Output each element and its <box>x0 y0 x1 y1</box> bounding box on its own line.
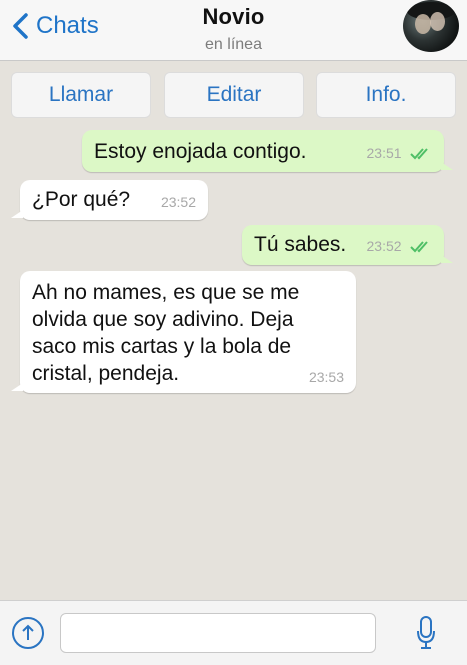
avatar[interactable] <box>403 0 459 52</box>
action-bar: Llamar Editar Info. <box>11 72 456 118</box>
upload-arrow-icon <box>22 624 34 640</box>
message-text: Tú sabes. <box>254 233 347 256</box>
avatar-face-shape <box>415 14 431 34</box>
contact-status: en línea <box>205 36 262 53</box>
microphone-icon[interactable] <box>415 615 437 651</box>
message-text-line: cristal, pendeja. <box>32 362 180 385</box>
chat-screen: Chats Novio en línea Llamar Editar Info.… <box>0 0 467 665</box>
bubble-tail <box>441 162 453 170</box>
input-bar <box>0 600 467 665</box>
bubble-tail <box>11 210 23 218</box>
message-text-line: saco mis cartas y la bola de <box>32 335 292 358</box>
message-bubble-incoming[interactable]: ¿Por qué? 23:52 <box>11 180 208 220</box>
message-input[interactable] <box>60 613 376 653</box>
message-bubble-incoming[interactable]: Ah no mames, es que se me olvida que soy… <box>11 271 356 393</box>
double-check-icon <box>410 148 428 160</box>
message-time: 23:51 <box>366 145 402 161</box>
message-time: 23:53 <box>308 369 344 385</box>
message-time: 23:52 <box>366 238 402 254</box>
avatar-face-shape <box>430 12 445 31</box>
message-time: 23:52 <box>160 194 196 210</box>
contact-name: Novio <box>202 4 265 29</box>
double-check-icon <box>410 241 428 253</box>
info-button[interactable]: Info. <box>316 72 456 118</box>
bubble-tail <box>441 255 453 263</box>
message-bubble-outgoing[interactable]: Tú sabes. 23:52 <box>242 225 453 265</box>
contact-info[interactable]: Novio en línea <box>0 4 467 54</box>
message-text: Estoy enojada contigo. <box>94 140 307 163</box>
message-text-line: Ah no mames, es que se me <box>32 281 300 304</box>
message-bubble-outgoing[interactable]: Estoy enojada contigo. 23:51 <box>82 130 453 172</box>
call-button[interactable]: Llamar <box>11 72 151 118</box>
bubble-tail <box>11 383 23 391</box>
message-text-line: olvida que soy adivino. Deja <box>32 308 294 331</box>
chat-header: Chats Novio en línea <box>0 0 467 61</box>
edit-button[interactable]: Editar <box>164 72 304 118</box>
attach-button[interactable] <box>12 617 44 649</box>
message-text: ¿Por qué? <box>32 188 131 211</box>
